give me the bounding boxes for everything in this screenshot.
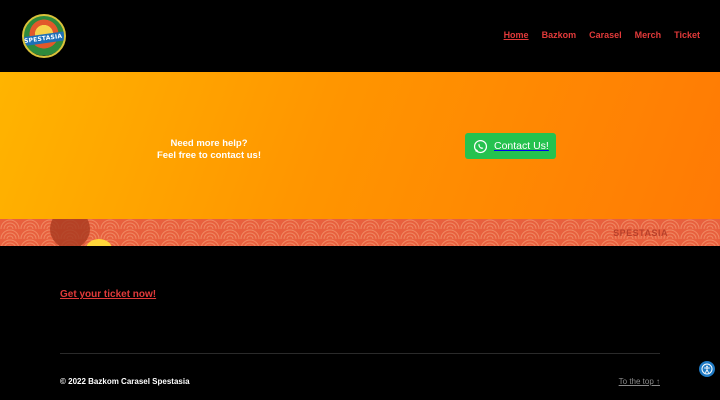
logo-banner: SPESTASIA (23, 30, 64, 47)
nav-carasel[interactable]: Carasel (589, 30, 622, 40)
nav-home[interactable]: Home (504, 30, 529, 40)
nav-ticket[interactable]: Ticket (674, 30, 700, 40)
help-line-1: Need more help? (170, 138, 248, 149)
nav-merch[interactable]: Merch (635, 30, 662, 40)
decorative-shape (50, 219, 90, 246)
site-logo[interactable]: SPESTASIA (22, 14, 66, 58)
site-header: SPESTASIA Home Bazkom Carasel Merch Tick… (0, 0, 720, 72)
help-section: Need more help? Feel free to contact us!… (0, 72, 720, 219)
contact-us-button[interactable]: Contact Us! (465, 133, 556, 159)
help-message: Need more help? Feel free to contact us! (150, 138, 268, 162)
whatsapp-icon (473, 139, 488, 153)
decorative-banner: SPESTASIA (0, 219, 720, 246)
back-to-top-link[interactable]: To the top ↑ (619, 377, 660, 386)
accessibility-icon (701, 363, 713, 375)
logo-text: SPESTASIA (23, 32, 63, 46)
ticket-link[interactable]: Get your ticket now! (60, 289, 156, 300)
accessibility-button[interactable] (699, 361, 715, 377)
contact-us-label: Contact Us! (494, 140, 549, 152)
main-nav: Home Bazkom Carasel Merch Ticket (504, 30, 700, 40)
footer-divider (60, 353, 660, 354)
help-line-2: Feel free to contact us! (157, 150, 261, 161)
copyright-text: © 2022 Bazkom Carasel Spestasia (60, 377, 190, 386)
banner-logo-text: SPESTASIA (613, 228, 668, 238)
nav-bazkom[interactable]: Bazkom (542, 30, 577, 40)
